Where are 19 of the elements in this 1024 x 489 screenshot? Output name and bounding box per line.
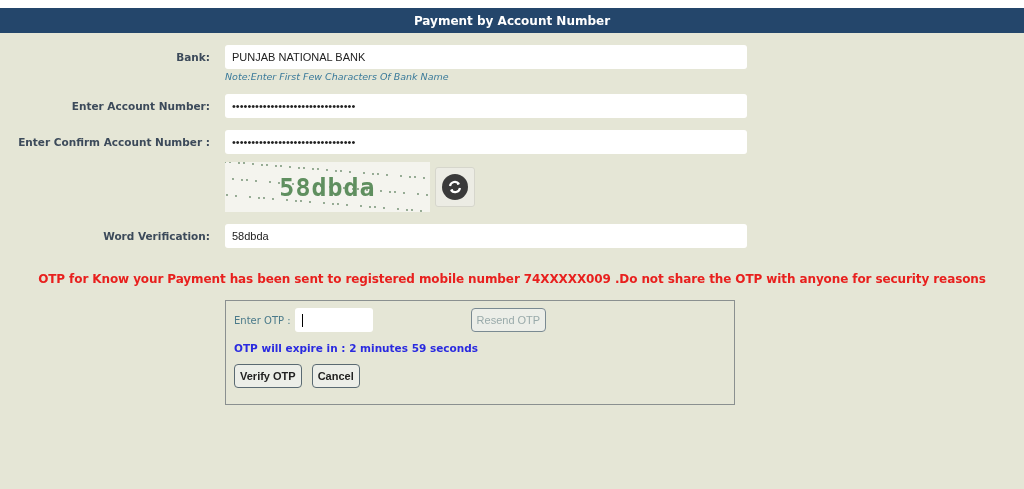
bank-field[interactable]: PUNJAB NATIONAL BANK: [225, 45, 747, 69]
refresh-button[interactable]: [435, 167, 475, 207]
account-field[interactable]: ••••••••••••••••••••••••••••••••: [225, 94, 747, 118]
otp-expiry-text: OTP will expire in : 2 minutes 59 seconds: [234, 342, 479, 354]
field-label: Bank:: [175, 50, 210, 63]
confirm-account-field[interactable]: ••••••••••••••••••••••••••••••••: [225, 130, 747, 154]
verify-otp-button[interactable]: Verify OTP: [234, 364, 302, 388]
captcha-image: 58dbda: [225, 162, 430, 212]
otp-label: Enter OTP :: [234, 314, 291, 326]
page-title: Payment by Account Number: [413, 13, 611, 28]
refresh-icon: [442, 174, 468, 200]
word-verification-field[interactable]: 58dbda: [225, 224, 747, 248]
field-label: Word Verification:: [102, 229, 210, 242]
field-note: Note:Enter First Few Characters Of Bank Name: [225, 71, 450, 82]
otp-message: OTP for Know your Payment has been sent to registered mobile number 74XXXXX009 .Do not share the OTP with anyone for security reasons: [37, 272, 987, 286]
cancel-button[interactable]: Cancel: [311, 364, 360, 388]
field-label: Enter Account Number:: [70, 99, 210, 112]
field-label: Enter Confirm Account Number :: [17, 135, 210, 148]
otp-field[interactable]: [294, 308, 373, 332]
